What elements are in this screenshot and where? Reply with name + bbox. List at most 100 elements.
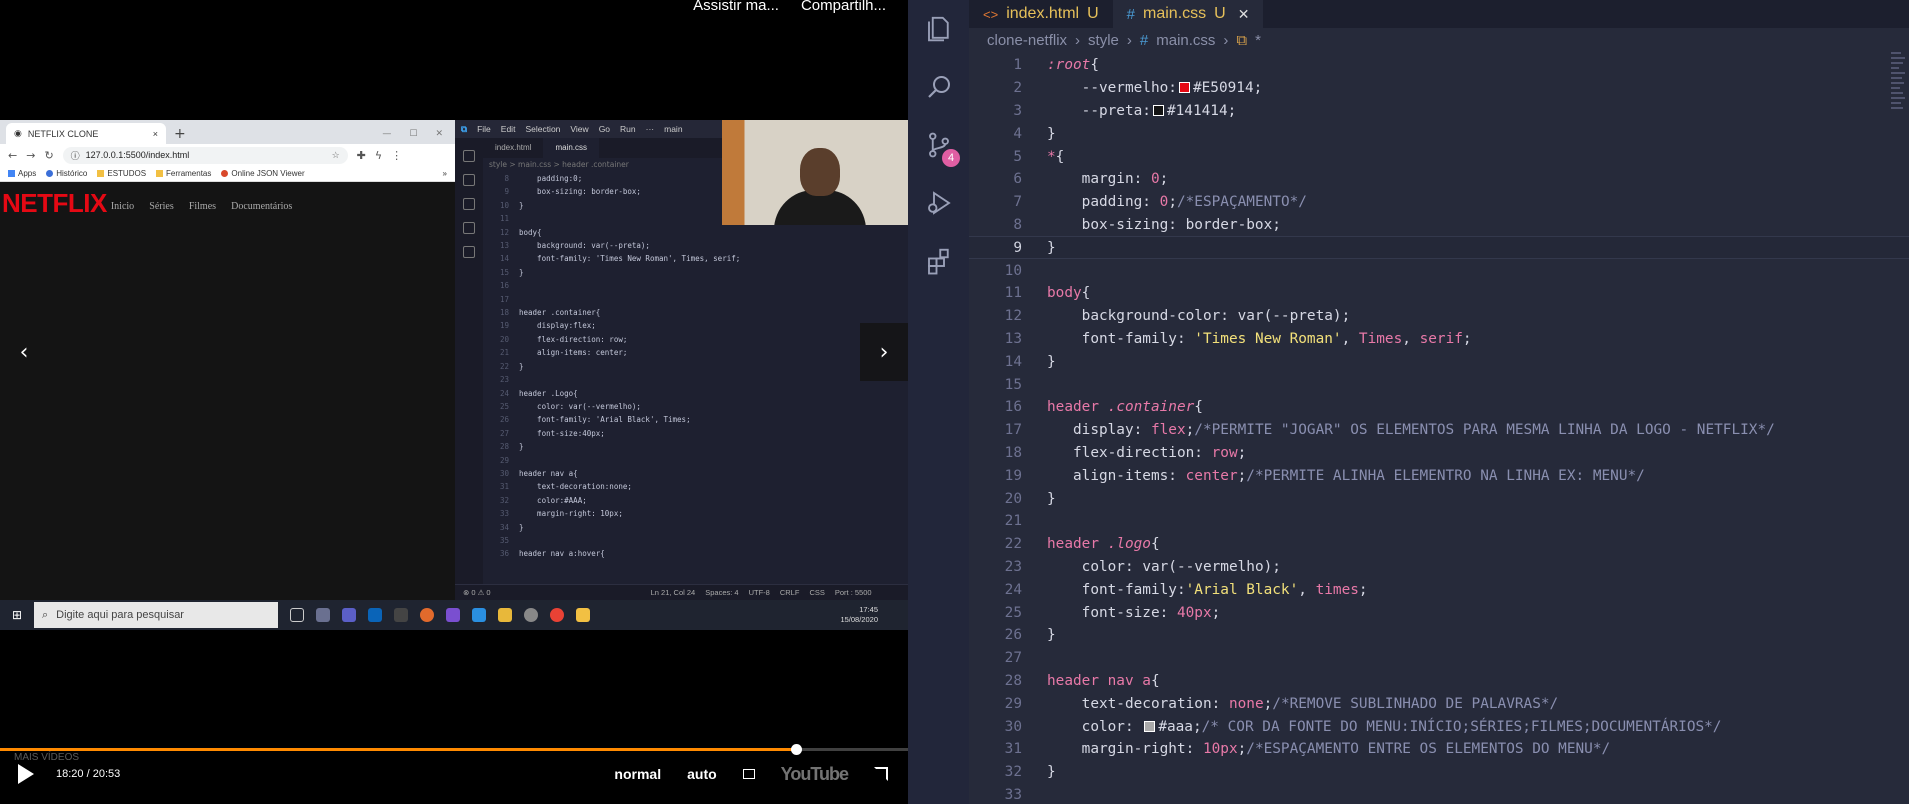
code-line[interactable]: 16 header .container{ [969, 396, 1909, 419]
progress-bar[interactable] [0, 744, 908, 755]
code-line[interactable]: 30 color: #aaa;/* COR DA FONTE DO MENU:I… [969, 715, 1909, 738]
menu-icon[interactable]: ⋮ [391, 149, 402, 162]
watch-later-button[interactable]: Assistir ma... [693, 0, 779, 18]
tab-main-css[interactable]: # main.css U ✕ [1112, 0, 1264, 28]
code-line[interactable]: 22 header .logo{ [969, 533, 1909, 556]
run-debug-button[interactable] [908, 174, 969, 232]
nav-link-documentarios[interactable]: Documentários [231, 201, 292, 212]
recorded-code-line: 20 flex-direction: row; [485, 333, 908, 346]
code-line[interactable]: 8 box-sizing: border-box; [969, 214, 1909, 237]
bookmarks-overflow[interactable]: » [443, 169, 447, 178]
explorer-button[interactable] [908, 0, 969, 58]
code-line[interactable]: 15 [969, 373, 1909, 396]
code-line[interactable]: 25 font-size: 40px; [969, 601, 1909, 624]
nav-link-filmes[interactable]: Filmes [189, 201, 216, 212]
code-line[interactable]: 24 font-family:'Arial Black', times; [969, 578, 1909, 601]
close-window-icon[interactable]: ✕ [435, 124, 443, 144]
code-line[interactable]: 10 [969, 259, 1909, 282]
extensions-icon[interactable]: ✚ [357, 149, 366, 162]
speed-button[interactable]: normal [614, 766, 661, 782]
bookmark-json-viewer[interactable]: Online JSON Viewer [221, 169, 305, 178]
star-icon[interactable]: ☆ [332, 150, 340, 161]
code-token: , [1341, 330, 1359, 347]
code-line[interactable]: 7 padding: 0;/*ESPAÇAMENTO*/ [969, 191, 1909, 214]
code-line[interactable]: 27 [969, 647, 1909, 670]
code-token: /*ESPAÇAMENTO ENTRE OS ELEMENTOS DO MENU… [1246, 741, 1611, 758]
code-line[interactable]: 18 flex-direction: row; [969, 442, 1909, 465]
code-line[interactable]: 31 margin-right: 10px;/*ESPAÇAMENTO ENTR… [969, 738, 1909, 761]
extension-icon[interactable]: ϟ [375, 149, 382, 162]
code-content: padding: 0;/*ESPAÇAMENTO*/ [1022, 194, 1307, 210]
code-line[interactable]: 20} [969, 487, 1909, 510]
nav-link-inicio[interactable]: Inicio [111, 201, 134, 212]
bookmark-ferramentas[interactable]: Ferramentas [156, 169, 211, 178]
bookmark-estudos[interactable]: ESTUDOS [97, 169, 146, 178]
code-line[interactable]: 11 body{ [969, 282, 1909, 305]
code-line[interactable]: 13 font-family: 'Times New Roman', Times… [969, 328, 1909, 351]
youtube-logo[interactable]: YouTube [781, 764, 849, 785]
back-icon[interactable]: ← [8, 149, 17, 162]
code-line[interactable]: 5 *{ [969, 145, 1909, 168]
browser-tab[interactable]: ◉ NETFLIX CLONE × [6, 123, 166, 144]
quality-button[interactable]: auto [687, 766, 717, 782]
code-line[interactable]: 19 align-items: center;/*PERMITE ALINHA … [969, 464, 1909, 487]
code-line[interactable]: 33 [969, 784, 1909, 804]
breadcrumb-file[interactable]: main.css [1156, 32, 1215, 49]
progress-scrubber[interactable] [791, 744, 803, 755]
next-arrow-icon[interactable]: › [860, 323, 908, 381]
code-line[interactable]: 21 [969, 510, 1909, 533]
address-bar[interactable]: ⓘ 127.0.0.1:5500/index.html ☆ [62, 146, 348, 164]
code-token: header [1047, 536, 1108, 553]
untracked-badge: U [1214, 5, 1226, 22]
extensions-button[interactable] [908, 232, 969, 290]
code-line[interactable]: 14} [969, 350, 1909, 373]
bookmark-historico[interactable]: Histórico [46, 169, 87, 178]
code-line[interactable]: 6 margin: 0; [969, 168, 1909, 191]
tab-index-html[interactable]: <> index.html U [969, 0, 1113, 28]
code-line[interactable]: 23 color: var(--vermelho); [969, 556, 1909, 579]
code-line[interactable]: 1:root{ [969, 54, 1909, 77]
code-line[interactable]: 32} [969, 761, 1909, 784]
line-number: 29 [1004, 695, 1022, 712]
close-icon[interactable]: ✕ [1238, 6, 1250, 23]
fullscreen-icon[interactable] [874, 767, 888, 781]
code-line[interactable]: 29 text-decoration: none;/*REMOVE SUBLIN… [969, 692, 1909, 715]
code-line[interactable]: 9} [969, 236, 1909, 260]
play-icon[interactable] [18, 764, 34, 784]
status-item: Ln 21, Col 24 [650, 588, 696, 597]
maximize-icon[interactable]: ☐ [409, 124, 417, 144]
code-line[interactable]: 28 header nav a{ [969, 670, 1909, 693]
new-tab-button[interactable]: + [174, 124, 186, 144]
nav-link-series[interactable]: Séries [149, 201, 173, 212]
bookmark-apps[interactable]: Apps [8, 169, 36, 178]
code-editor[interactable]: 1:root{2 --vermelho: #E50914; 3 --preta: #1… [969, 54, 1909, 804]
minimap[interactable] [1891, 52, 1907, 132]
close-icon[interactable]: × [153, 129, 158, 139]
code-line[interactable]: 3 --preta: #141414; [969, 100, 1909, 123]
status-items: Ln 21, Col 24 Spaces: 4 UTF-8 CRLF CSS Port :… [651, 588, 872, 597]
breadcrumb-folder[interactable]: clone-netflix [987, 32, 1067, 49]
color-swatch-icon[interactable] [1144, 720, 1156, 732]
previous-arrow-icon[interactable]: ‹ [0, 323, 48, 381]
line-number: 12 [1004, 308, 1022, 325]
breadcrumb-folder[interactable]: style [1088, 32, 1119, 49]
code-line[interactable]: 26} [969, 624, 1909, 647]
forward-icon[interactable]: → [26, 149, 35, 162]
code-line[interactable]: 12 background-color: var(--preta); [969, 305, 1909, 328]
source-control-button[interactable]: 4 [908, 116, 969, 174]
breadcrumb-symbol[interactable]: * [1255, 32, 1261, 49]
code-line[interactable]: 4} [969, 122, 1909, 145]
volume-icon[interactable] [742, 769, 755, 779]
minimize-icon[interactable]: — [382, 124, 391, 144]
recorded-status-bar: ⊗ 0 ⚠ 0 Ln 21, Col 24 Spaces: 4 UTF-8 CRLF C… [455, 584, 908, 600]
color-swatch-icon[interactable] [1178, 82, 1190, 94]
video-player[interactable]: Assistir ma... Compartilh... ◉ NETFLIX C… [0, 0, 908, 804]
search-button[interactable] [908, 58, 969, 116]
code-line[interactable]: 2 --vermelho: #E50914; [969, 77, 1909, 100]
line-number: 30 [1004, 718, 1022, 735]
reload-icon[interactable]: ↻ [44, 149, 53, 162]
code-text: font-family: 'Times New Roman', Times, s… [519, 254, 741, 264]
share-button[interactable]: Compartilh... [801, 0, 886, 18]
color-swatch-icon[interactable] [1152, 104, 1164, 116]
code-line[interactable]: 17 display: flex;/*PERMITE "JOGAR" OS EL… [969, 419, 1909, 442]
